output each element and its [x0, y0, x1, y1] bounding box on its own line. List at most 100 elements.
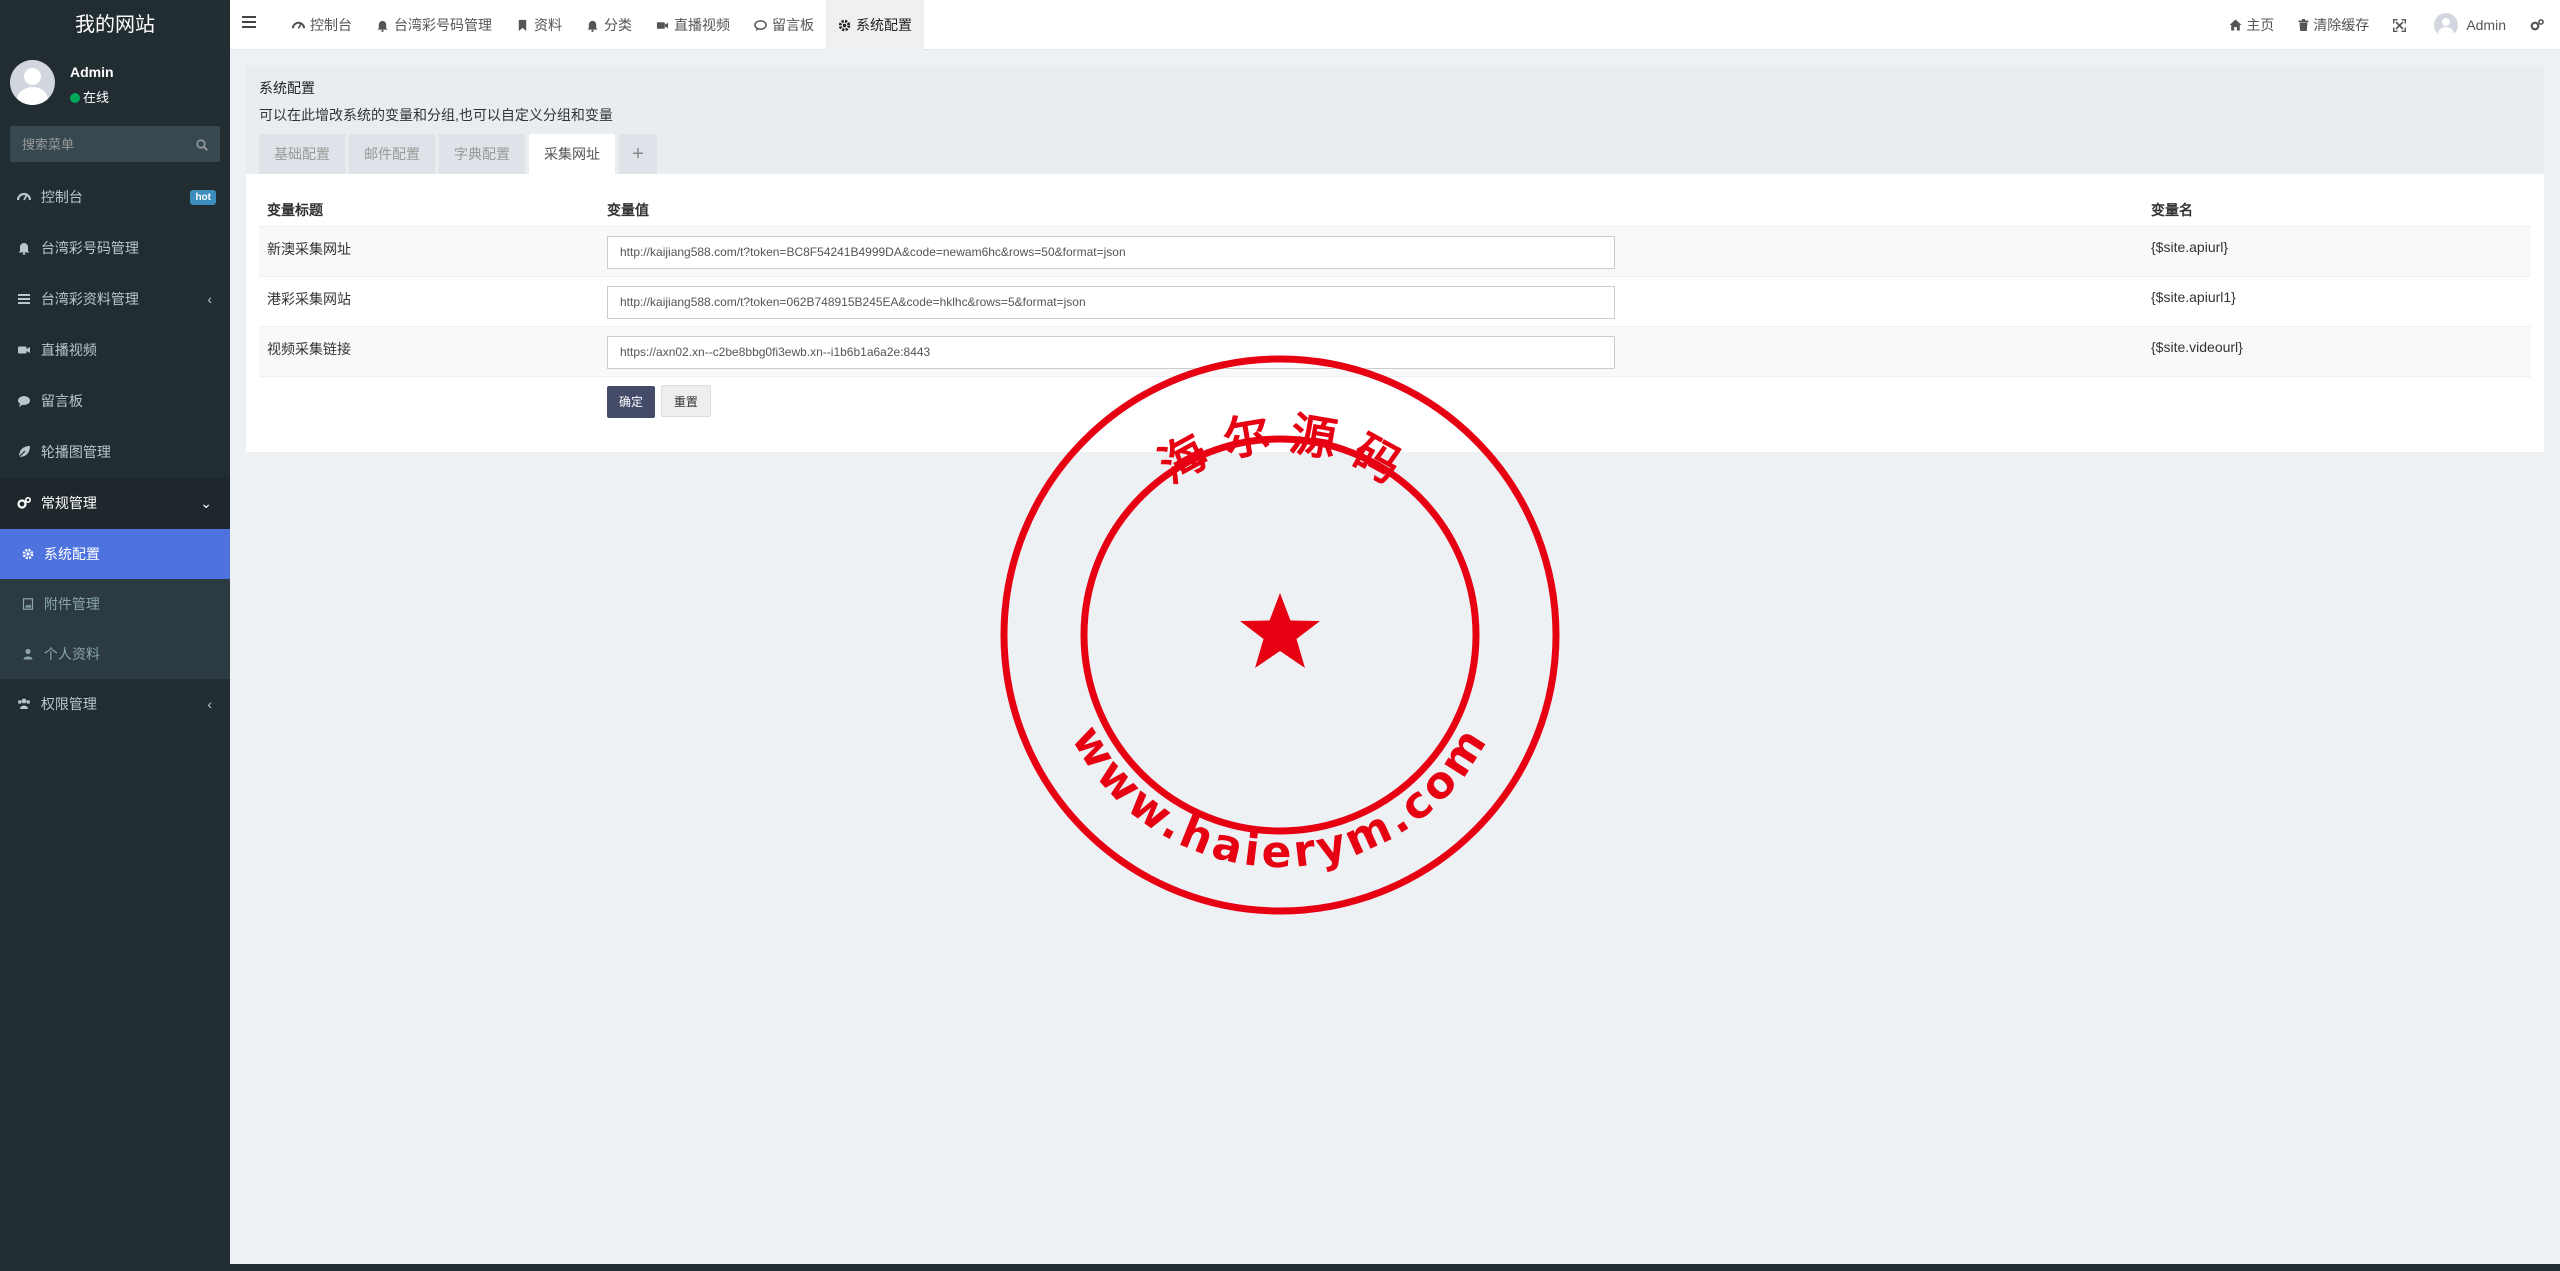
avatar	[2434, 13, 2459, 37]
user-icon	[22, 630, 34, 660]
footer-bar	[230, 1264, 2560, 1271]
sidebar-menu: 控制台 hot 台湾彩号码管理 台湾彩资料管理 ‹ 直播视频 留言板 轮播图管理…	[0, 172, 230, 529]
star-icon	[1240, 593, 1320, 668]
sidebar-item-label: 留言板	[40, 393, 83, 409]
home-icon	[2229, 19, 2242, 31]
header-nav-tabs: 控制台 台湾彩号码管理 资料 分类 直播视频 留言板 系统配置	[280, 0, 924, 50]
tab-label: 台湾彩号码管理	[394, 17, 492, 33]
variable-title: 视频采集链接	[259, 326, 599, 377]
cogs-icon	[2530, 19, 2544, 31]
sidebar-item-permissions[interactable]: 权限管理 ‹	[0, 679, 230, 730]
sidebar-item-label: 系统配置	[43, 546, 100, 562]
variable-value-input[interactable]	[607, 235, 1615, 269]
variable-value-input[interactable]	[607, 285, 1615, 319]
header-right-nav: 主页 清除缓存 Admin	[2217, 0, 2560, 50]
sidebar-item-lottery-numbers[interactable]: 台湾彩号码管理	[0, 223, 230, 274]
sidebar-search-input[interactable]	[10, 126, 220, 162]
tab-category[interactable]: 分类	[574, 0, 644, 50]
sidebar-item-message-board[interactable]: 留言板	[0, 376, 230, 427]
sidebar: 我的网站 Admin 在线 控制台 hot 台湾彩号码管理 台湾彩资料管理 ‹ …	[0, 0, 230, 1271]
search-icon[interactable]	[196, 138, 208, 156]
confirm-button[interactable]: 确定	[607, 385, 656, 418]
sidebar-item-attachments[interactable]: 附件管理	[0, 579, 230, 629]
sidebar-item-profile[interactable]: 个人资料	[0, 629, 230, 679]
tab-label: 直播视频	[674, 17, 730, 33]
variable-title: 新澳采集网址	[259, 226, 599, 277]
svg-text:www.haierym.com: www.haierym.com	[1061, 716, 1498, 878]
user-status-text: 在线	[83, 90, 110, 105]
bell-icon	[17, 225, 31, 255]
chevron-left-icon: ‹	[207, 696, 212, 712]
sidebar-item-label: 控制台	[40, 189, 83, 205]
tab-collect-url[interactable]: 采集网址	[529, 134, 615, 174]
online-dot-icon	[70, 93, 80, 103]
sidebar-item-dashboard[interactable]: 控制台 hot	[0, 172, 230, 223]
panel-heading: 系统配置 可以在此增改系统的变量和分组,也可以自定义分组和变量 基础配置 邮件配…	[246, 66, 2544, 174]
sidebar-item-lottery-data[interactable]: 台湾彩资料管理 ‹	[0, 274, 230, 325]
tab-live-video[interactable]: 直播视频	[644, 0, 742, 50]
top-header: 控制台 台湾彩号码管理 资料 分类 直播视频 留言板 系统配置 主页 清除缓存 …	[230, 0, 2560, 50]
fullscreen-button[interactable]	[2381, 18, 2422, 32]
sidebar-item-label: 台湾彩资料管理	[40, 291, 139, 307]
user-panel: Admin 在线	[0, 50, 230, 122]
add-tab-button[interactable]: +	[619, 134, 657, 174]
tab-message-board[interactable]: 留言板	[742, 0, 826, 50]
leaf-icon	[17, 429, 31, 458]
tab-mail-config[interactable]: 邮件配置	[349, 134, 435, 174]
stamp-top-text: 海 尔 源 码	[1150, 406, 1410, 493]
sidebar-item-general[interactable]: 常规管理 ⌄	[0, 478, 230, 529]
video-icon	[17, 327, 31, 354]
tab-label: 分类	[604, 17, 632, 33]
variable-name: {$site.apiurl1}	[2143, 276, 2531, 327]
variable-name: {$site.apiurl}	[2143, 226, 2531, 277]
site-logo[interactable]: 我的网站	[0, 0, 230, 50]
sidebar-item-label: 台湾彩号码管理	[40, 240, 139, 256]
video-icon	[656, 2, 669, 29]
user-status: 在线	[70, 87, 109, 106]
gear-icon	[838, 2, 851, 32]
chevron-left-icon: ‹	[207, 291, 212, 307]
tab-label: 控制台	[310, 17, 352, 33]
reset-button[interactable]: 重置	[660, 384, 711, 417]
avatar	[10, 60, 55, 105]
column-header-value: 变量值	[599, 194, 2143, 227]
sidebar-item-label: 个人资料	[43, 646, 100, 662]
sidebar-item-label: 附件管理	[43, 596, 100, 612]
bell-icon	[376, 2, 389, 32]
gear-icon	[22, 530, 34, 560]
tab-label: 系统配置	[856, 17, 912, 33]
user-name: Admin	[70, 64, 114, 80]
page-title: 系统配置	[259, 80, 315, 96]
sidebar-item-system-config[interactable]: 系统配置	[0, 529, 230, 579]
settings-button[interactable]	[2518, 18, 2560, 32]
tab-label: 留言板	[772, 17, 814, 33]
sidebar-item-live-video[interactable]: 直播视频	[0, 325, 230, 376]
tab-dictionary-config[interactable]: 字典配置	[439, 134, 525, 174]
bookmark-icon	[516, 2, 529, 32]
sidebar-toggle-button[interactable]	[242, 16, 256, 30]
tab-basic-config[interactable]: 基础配置	[259, 134, 345, 174]
column-header-name: 变量名	[2143, 194, 2531, 227]
trash-icon	[2298, 19, 2309, 31]
clear-cache-button[interactable]: 清除缓存	[2286, 15, 2381, 35]
dashboard-icon	[16, 174, 32, 201]
watermark-stamp: 海 尔 源 码 www.haierym.com	[1000, 355, 1560, 915]
chevron-down-icon: ⌄	[200, 495, 212, 511]
sidebar-item-carousel[interactable]: 轮播图管理	[0, 427, 230, 478]
fullscreen-icon	[2393, 18, 2407, 32]
user-menu[interactable]: Admin	[2422, 13, 2518, 37]
variable-title: 港彩采集网站	[259, 276, 599, 327]
tab-dashboard[interactable]: 控制台	[280, 0, 364, 50]
page-description: 可以在此增改系统的变量和分组,也可以自定义分组和变量	[259, 107, 613, 123]
tab-data[interactable]: 资料	[504, 0, 574, 50]
home-link[interactable]: 主页	[2217, 15, 2286, 35]
list-icon	[17, 276, 31, 304]
sidebar-menu-bottom: 权限管理 ‹	[0, 679, 230, 730]
variable-name: {$site.videourl}	[2143, 326, 2531, 377]
cogs-icon	[17, 480, 32, 509]
tab-system-config[interactable]: 系统配置	[826, 0, 924, 50]
column-header-title: 变量标题	[259, 194, 599, 227]
tab-lottery-numbers[interactable]: 台湾彩号码管理	[364, 0, 504, 50]
file-image-icon	[22, 580, 34, 610]
config-tabs: 基础配置 邮件配置 字典配置 采集网址 +	[259, 134, 661, 174]
